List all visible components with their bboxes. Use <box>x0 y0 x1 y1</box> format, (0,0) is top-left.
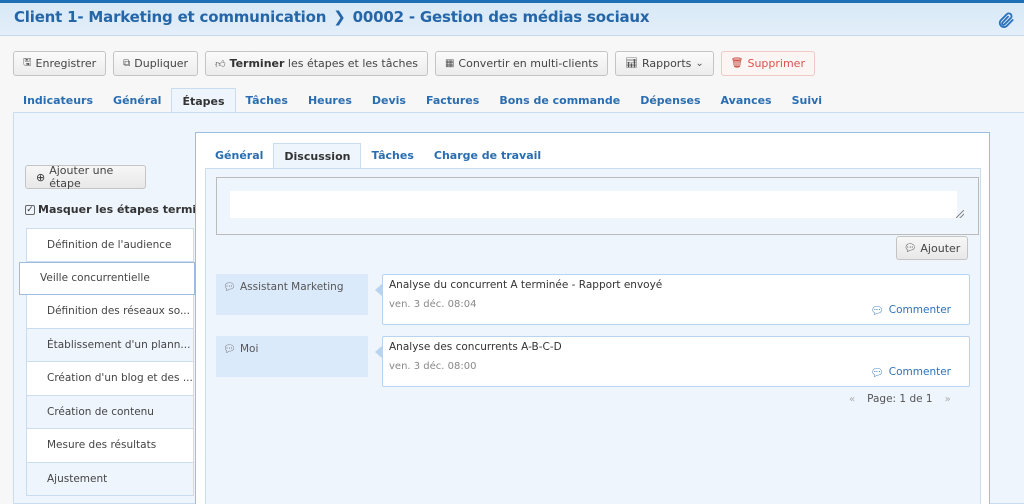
save-button[interactable]: 🖫 Enregistrer <box>13 51 107 76</box>
checkbox-checked-icon: ✓ <box>25 204 35 215</box>
message-card: Analyse du concurrent A terminée - Rappo… <box>375 274 970 325</box>
comments-icon: 💬︎ <box>870 367 884 379</box>
message-text: Analyse des concurrents A-B-C-D <box>389 341 562 353</box>
subtab-charge-de-travail[interactable]: Charge de travail <box>424 143 551 168</box>
tab-suivi[interactable]: Suivi <box>782 88 832 113</box>
toolbar: 🖫 Enregistrer ⧉ Dupliquer 👍︎ Terminer les é… <box>13 51 815 76</box>
compose-box <box>216 177 979 235</box>
plus-circle-icon: ⊕ <box>36 170 46 184</box>
bar-chart-icon: 📊︎ <box>625 58 638 69</box>
comments-icon: 💬︎ <box>870 305 884 317</box>
step-item[interactable]: Définition de l'audience <box>26 228 194 262</box>
main-tabs: Indicateurs Général Étapes Tâches Heures… <box>13 88 832 113</box>
reports-dropdown[interactable]: 📊︎ Rapports ⌄ <box>615 51 714 76</box>
comment-link[interactable]: 💬︎ Commenter <box>870 366 951 379</box>
finish-steps-button[interactable]: 👍︎ Terminer les étapes et les tâches <box>205 51 428 76</box>
thumbs-up-icon: 👍︎ <box>215 58 226 70</box>
subtab-taches[interactable]: Tâches <box>361 143 423 168</box>
comment-link[interactable]: 💬︎ Commenter <box>870 304 951 317</box>
message-card: Analyse des concurrents A-B-C-D ven. 3 d… <box>375 336 970 387</box>
copy-icon: ⧉ <box>123 58 131 69</box>
step-item[interactable]: Définition des réseaux so... <box>26 295 194 329</box>
subtab-general[interactable]: Général <box>205 143 273 168</box>
tab-devis[interactable]: Devis <box>362 88 416 113</box>
delete-button[interactable]: 🗑︎ Supprimer <box>720 51 815 76</box>
breadcrumb-client[interactable]: Client 1- Marketing et communication <box>14 8 326 26</box>
next-page-button[interactable]: » <box>945 394 951 405</box>
tab-factures[interactable]: Factures <box>416 88 489 113</box>
page-header: Client 1- Marketing et communication ❯ 0… <box>0 0 1024 36</box>
step-item-active[interactable]: Veille concurrentielle <box>19 261 195 295</box>
step-subtabs: Général Discussion Tâches Charge de trav… <box>205 143 551 168</box>
floppy-icon: 🖫 <box>23 57 32 68</box>
tab-taches[interactable]: Tâches <box>236 88 298 113</box>
add-step-button[interactable]: ⊕ Ajouter une étape <box>25 164 146 190</box>
tab-general[interactable]: Général <box>103 88 171 113</box>
step-item[interactable]: Établissement d'un plann... <box>26 328 194 362</box>
speech-bubble-icon: 💬︎ <box>223 344 236 355</box>
subtab-discussion[interactable]: Discussion <box>273 143 362 168</box>
tab-depenses[interactable]: Dépenses <box>630 88 710 113</box>
step-item[interactable]: Création d'un blog et des ... <box>26 362 194 396</box>
tab-indicateurs[interactable]: Indicateurs <box>13 88 103 113</box>
tab-heures[interactable]: Heures <box>298 88 362 113</box>
page-title: Client 1- Marketing et communication ❯ 0… <box>14 8 650 26</box>
message-text: Analyse du concurrent A terminée - Rappo… <box>389 279 663 291</box>
step-item[interactable]: Ajustement <box>26 462 194 496</box>
tab-etapes[interactable]: Étapes <box>171 88 236 113</box>
breadcrumb-separator: ❯ <box>333 8 346 26</box>
comments-icon: 💬︎ <box>903 242 917 254</box>
tab-bons-de-commande[interactable]: Bons de commande <box>489 88 630 113</box>
step-item[interactable]: Création de contenu <box>26 395 194 429</box>
trash-icon: 🗑︎ <box>730 58 744 69</box>
pagination: « Page: 1 de 1 » <box>849 393 951 405</box>
add-message-button[interactable]: 💬︎ Ajouter <box>896 236 968 260</box>
message-input[interactable] <box>230 191 957 218</box>
resize-grip-icon[interactable] <box>956 210 964 218</box>
steps-list: Définition de l'audience Veille concurre… <box>19 228 195 496</box>
convert-button[interactable]: ▦ Convertir en multi-clients <box>434 51 609 76</box>
paperclip-icon[interactable] <box>996 9 1016 31</box>
step-item[interactable]: Mesure des résultats <box>26 429 194 463</box>
discussion-panel: 💬︎ Ajouter 💬︎ Assistant Marketing Analys… <box>205 168 981 504</box>
message-author: 💬︎ Moi <box>216 336 368 377</box>
page-indicator: Page: 1 de 1 <box>867 393 933 405</box>
breadcrumb-project: 00002 - Gestion des médias sociaux <box>352 8 650 26</box>
building-icon: ▦ <box>444 58 455 69</box>
chevron-down-icon: ⌄ <box>695 58 704 69</box>
prev-page-button[interactable]: « <box>849 394 855 405</box>
speech-bubble-icon: 💬︎ <box>223 282 236 293</box>
duplicate-button[interactable]: ⧉ Dupliquer <box>113 51 199 76</box>
step-detail-panel: Général Discussion Tâches Charge de trav… <box>195 132 990 504</box>
message-author: 💬︎ Assistant Marketing <box>216 274 368 315</box>
tab-avances[interactable]: Avances <box>711 88 782 113</box>
